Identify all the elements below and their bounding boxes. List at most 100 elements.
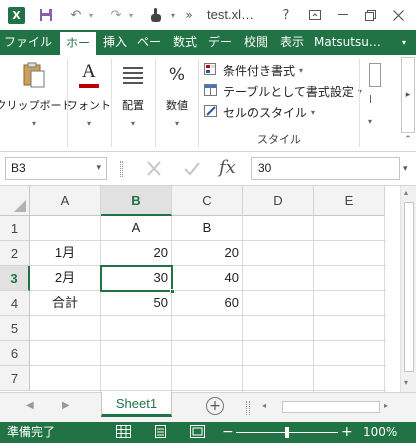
restore-button[interactable] [360, 5, 380, 25]
cell-styles-icon [204, 105, 217, 117]
normal-view-icon[interactable] [116, 425, 132, 439]
cell-a3[interactable]: 2月 [30, 266, 100, 290]
cell-styles-label: セルのスタイル [223, 105, 308, 120]
help-button[interactable]: ? [277, 5, 295, 25]
alignment-dropdown-icon: ▾ [130, 119, 135, 128]
ribbon-divider [111, 59, 112, 147]
cell-a4[interactable]: 合計 [30, 291, 100, 315]
cell-a2[interactable]: 1月 [30, 241, 100, 265]
cancel-icon[interactable] [143, 159, 165, 179]
number-label: 数値 [166, 99, 188, 112]
ribbon-display-options-icon[interactable] [306, 5, 324, 25]
cell-b1[interactable]: A [101, 216, 171, 240]
collapse-ribbon-icon[interactable]: ⌃ [402, 135, 414, 147]
font-button[interactable]: A フォント ▾ [67, 61, 111, 128]
user-account[interactable]: Matsutsu… [314, 30, 398, 55]
name-box-value: B3 [11, 161, 26, 175]
qat-dropdown-icon[interactable]: ▾ [168, 5, 178, 25]
sheet-next-icon[interactable]: ▶ [62, 400, 70, 411]
excel-logo-icon: X [8, 7, 25, 24]
clipboard-label: クリップボード [0, 99, 73, 112]
cell-b2[interactable]: 20 [101, 241, 171, 265]
redo-icon[interactable]: ↷ [106, 5, 126, 25]
page-break-view-icon[interactable] [190, 425, 206, 439]
zoom-in-button[interactable]: + [341, 422, 353, 443]
cell-styles-button[interactable]: セルのスタイル ▾ [204, 103, 315, 121]
conditional-formatting-button[interactable]: 条件付き書式 ▾ [204, 61, 303, 79]
cell-c2[interactable]: 20 [172, 241, 242, 265]
tab-file[interactable]: ファイル [0, 30, 56, 55]
cell-c1[interactable]: B [172, 216, 242, 240]
cell-b3[interactable]: 30 [101, 266, 171, 290]
more-commands-icon[interactable]: » [182, 5, 196, 25]
zoom-level[interactable]: 100% [363, 422, 397, 443]
status-bar: 準備完了 − + 100% [0, 422, 416, 443]
ribbon-divider [359, 59, 360, 147]
font-label: フォント [67, 99, 111, 112]
vertical-scrollbar[interactable]: ▴ ▾ [400, 186, 416, 392]
fill-handle[interactable] [170, 289, 175, 294]
alignment-label: 配置 [122, 99, 144, 112]
number-button[interactable]: % 数値 ▾ [157, 61, 197, 128]
tab-insert[interactable]: 挿入 [98, 30, 132, 55]
formula-input[interactable]: 30 [251, 157, 400, 180]
zoom-slider-thumb[interactable] [285, 427, 289, 438]
window-title: test.xl… [207, 7, 254, 22]
scroll-down-icon[interactable]: ▾ [404, 378, 408, 387]
undo-icon[interactable]: ↶ [66, 5, 86, 25]
scroll-right-icon[interactable]: ▸ [384, 401, 388, 410]
save-icon[interactable] [36, 5, 56, 25]
ribbon-divider [155, 59, 156, 147]
clipboard-button[interactable]: クリップボード ▾ [0, 61, 73, 128]
touch-mode-icon[interactable] [146, 5, 166, 25]
style-group-label: スタイル [257, 133, 301, 146]
cells-group-dropdown-icon: ▾ [368, 117, 373, 126]
sheet-tab-splitter[interactable] [246, 401, 250, 415]
page-layout-view-icon[interactable] [153, 425, 169, 439]
tab-home[interactable]: ホー [60, 32, 96, 55]
scroll-up-icon[interactable]: ▴ [404, 188, 408, 197]
zoom-out-button[interactable]: − [222, 422, 234, 443]
horizontal-scroll-thumb[interactable] [282, 401, 380, 413]
clipboard-dropdown-icon: ▾ [31, 119, 36, 128]
tab-page-layout[interactable]: ペー [133, 30, 165, 55]
formula-input-value: 30 [258, 161, 272, 175]
minimize-button[interactable] [333, 5, 353, 25]
cells-group-icon[interactable] [369, 63, 381, 87]
font-dropdown-icon: ▾ [86, 119, 91, 128]
enter-icon[interactable] [181, 159, 203, 179]
tab-formulas[interactable]: 数式 [168, 30, 202, 55]
sheet-prev-icon[interactable]: ◀ [26, 400, 34, 411]
cell-c3[interactable]: 40 [172, 266, 242, 290]
name-box[interactable]: B3 ▾ [5, 157, 107, 180]
spreadsheet-grid: A B C D E 1 2 3 4 5 6 7 A B 1月 20 20 2月 … [0, 186, 416, 392]
close-button[interactable] [388, 5, 408, 25]
font-icon: A [76, 61, 102, 89]
cell-b4[interactable]: 50 [101, 291, 171, 315]
tab-review[interactable]: 校閲 [239, 30, 273, 55]
scroll-thumb[interactable] [404, 202, 414, 372]
number-dropdown-icon: ▾ [174, 119, 179, 128]
expand-formula-bar-icon[interactable]: ▾ [403, 164, 408, 174]
sheet-tab-bar: ◀ ▶ Sheet1 + ◂ ▸ [0, 392, 416, 422]
cells-group-label-truncated [370, 95, 374, 103]
zoom-slider[interactable] [236, 427, 338, 438]
cell-c4[interactable]: 60 [172, 291, 242, 315]
scroll-left-icon[interactable]: ◂ [262, 401, 266, 410]
undo-dropdown-icon[interactable]: ▾ [86, 5, 96, 25]
tab-data[interactable]: デー [204, 30, 236, 55]
horizontal-scrollbar[interactable]: ◂ ▸ [258, 399, 398, 415]
add-sheet-icon[interactable]: + [206, 397, 224, 415]
formula-bar-grip[interactable] [120, 161, 123, 177]
sheet-tab-sheet1[interactable]: Sheet1 [101, 392, 172, 417]
cell-styles-dropdown-icon: ▾ [311, 107, 316, 117]
alignment-button[interactable]: 配置 ▾ [113, 61, 153, 128]
insert-function-icon[interactable]: fx [219, 157, 236, 178]
tab-view[interactable]: 表示 [275, 30, 309, 55]
format-as-table-button[interactable]: テーブルとして書式設定 ▾ [204, 82, 362, 100]
name-box-dropdown-icon[interactable]: ▾ [96, 163, 101, 173]
user-account-dropdown-icon[interactable]: ▾ [402, 30, 406, 55]
conditional-format-icon [204, 63, 216, 75]
redo-dropdown-icon[interactable]: ▾ [126, 5, 136, 25]
ribbon-scroll-right-button[interactable]: ▸ [401, 57, 415, 133]
